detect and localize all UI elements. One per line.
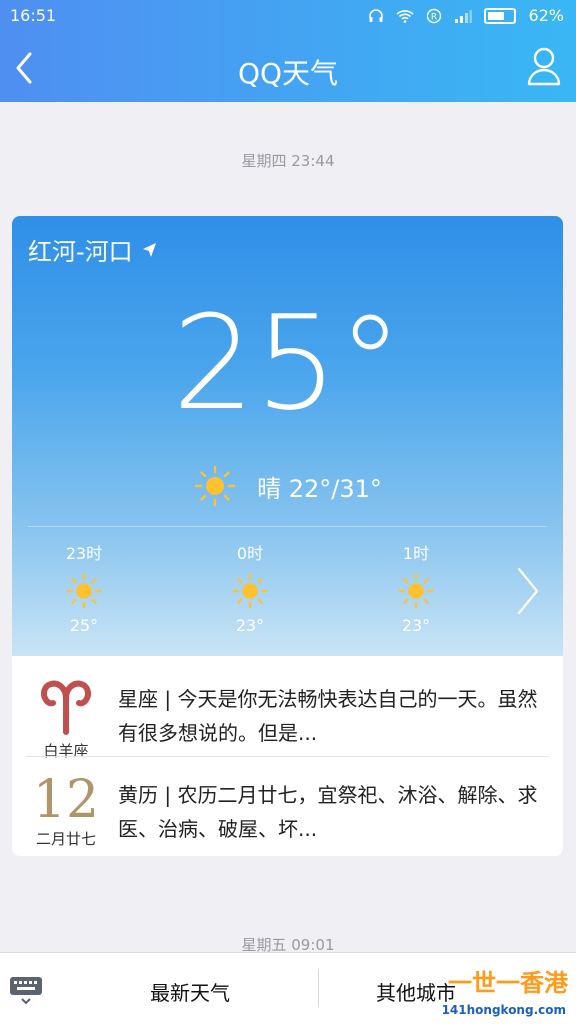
divider: [26, 756, 549, 757]
weather-card[interactable]: 红河-河口 25° 晴 22°/31° 23时 25° 0时 23° 1时 23…: [12, 216, 563, 856]
watermark-url: 141hongkong.com: [441, 1003, 566, 1017]
zodiac-badge: 白羊座: [26, 676, 106, 761]
chevron-right-icon[interactable]: [515, 566, 541, 616]
almanac-text: 黄历 | 农历二月廿七，宜祭祀、沐浴、解除、求医、治病、破屋、坏...: [118, 783, 538, 841]
almanac-badge: 12 二月廿七: [26, 772, 106, 849]
zodiac-row[interactable]: 白羊座 星座 | 今天是你无法畅快表达自己的一天。虽然有很多想说的。但是...: [12, 664, 563, 764]
sun-icon: [232, 573, 268, 609]
user-profile-icon[interactable]: [526, 46, 562, 86]
status-time: 16:51: [10, 6, 57, 25]
hourly-item: 1时 23°: [376, 540, 456, 635]
zodiac-label: 白羊座: [43, 742, 89, 760]
app-header: QQ天气: [0, 34, 576, 102]
headphones-icon: [369, 8, 384, 22]
almanac-label: 二月廿七: [35, 830, 96, 848]
registered-icon: R: [427, 8, 442, 23]
almanac-day: 12: [32, 770, 100, 830]
signal-icon: [455, 9, 473, 23]
sun-icon: [66, 573, 102, 609]
sun-icon: [194, 465, 236, 507]
status-bar: 16:51 R 62%: [0, 0, 576, 34]
wifi-icon: [396, 9, 414, 23]
keyboard-icon[interactable]: [8, 973, 44, 1005]
watermark: 一世一香港: [448, 969, 568, 997]
battery-percent: 62%: [528, 6, 564, 25]
hour-temp: 23°: [235, 616, 265, 635]
almanac-row[interactable]: 12 二月廿七 黄历 | 农历二月廿七，宜祭祀、沐浴、解除、求医、治病、破屋、坏…: [12, 760, 563, 856]
location-arrow-icon: [142, 242, 156, 257]
current-temperature: 25°: [172, 287, 403, 439]
sun-icon: [398, 573, 434, 609]
svg-text:R: R: [431, 12, 437, 22]
hour-time: 23时: [65, 544, 103, 563]
zodiac-text: 星座 | 今天是你无法畅快表达自己的一天。虽然有很多想说的。但是...: [118, 687, 538, 745]
divider: [318, 969, 319, 1007]
status-icons: R 62%: [368, 6, 564, 25]
hourly-item: 23时 25°: [44, 540, 124, 635]
hourly-forecast[interactable]: 23时 25° 0时 23° 1时 23°: [12, 540, 563, 640]
city-name: 红河-河口: [28, 238, 133, 266]
hour-temp: 23°: [401, 616, 431, 635]
condition-row: 晴 22°/31°: [12, 464, 563, 508]
hour-time: 0时: [236, 544, 264, 563]
aries-icon: [40, 680, 92, 735]
page-title: QQ天气: [237, 57, 339, 90]
weather-panel[interactable]: 红河-河口 25° 晴 22°/31° 23时 25° 0时 23° 1时 23…: [12, 216, 563, 656]
city-location[interactable]: 红河-河口: [28, 232, 157, 267]
hourly-item: 0时 23°: [210, 540, 290, 635]
tab-latest-weather[interactable]: 最新天气: [100, 977, 280, 1006]
message-timestamp: 星期四 23:44: [241, 152, 335, 170]
bottom-bar: 最新天气 其他城市 一世一香港 141hongkong.com: [0, 952, 576, 1025]
hour-time: 1时: [402, 544, 430, 563]
divider: [28, 526, 547, 527]
hour-temp: 25°: [69, 616, 99, 635]
condition-text: 晴 22°/31°: [257, 474, 382, 503]
battery-icon: [484, 7, 517, 24]
